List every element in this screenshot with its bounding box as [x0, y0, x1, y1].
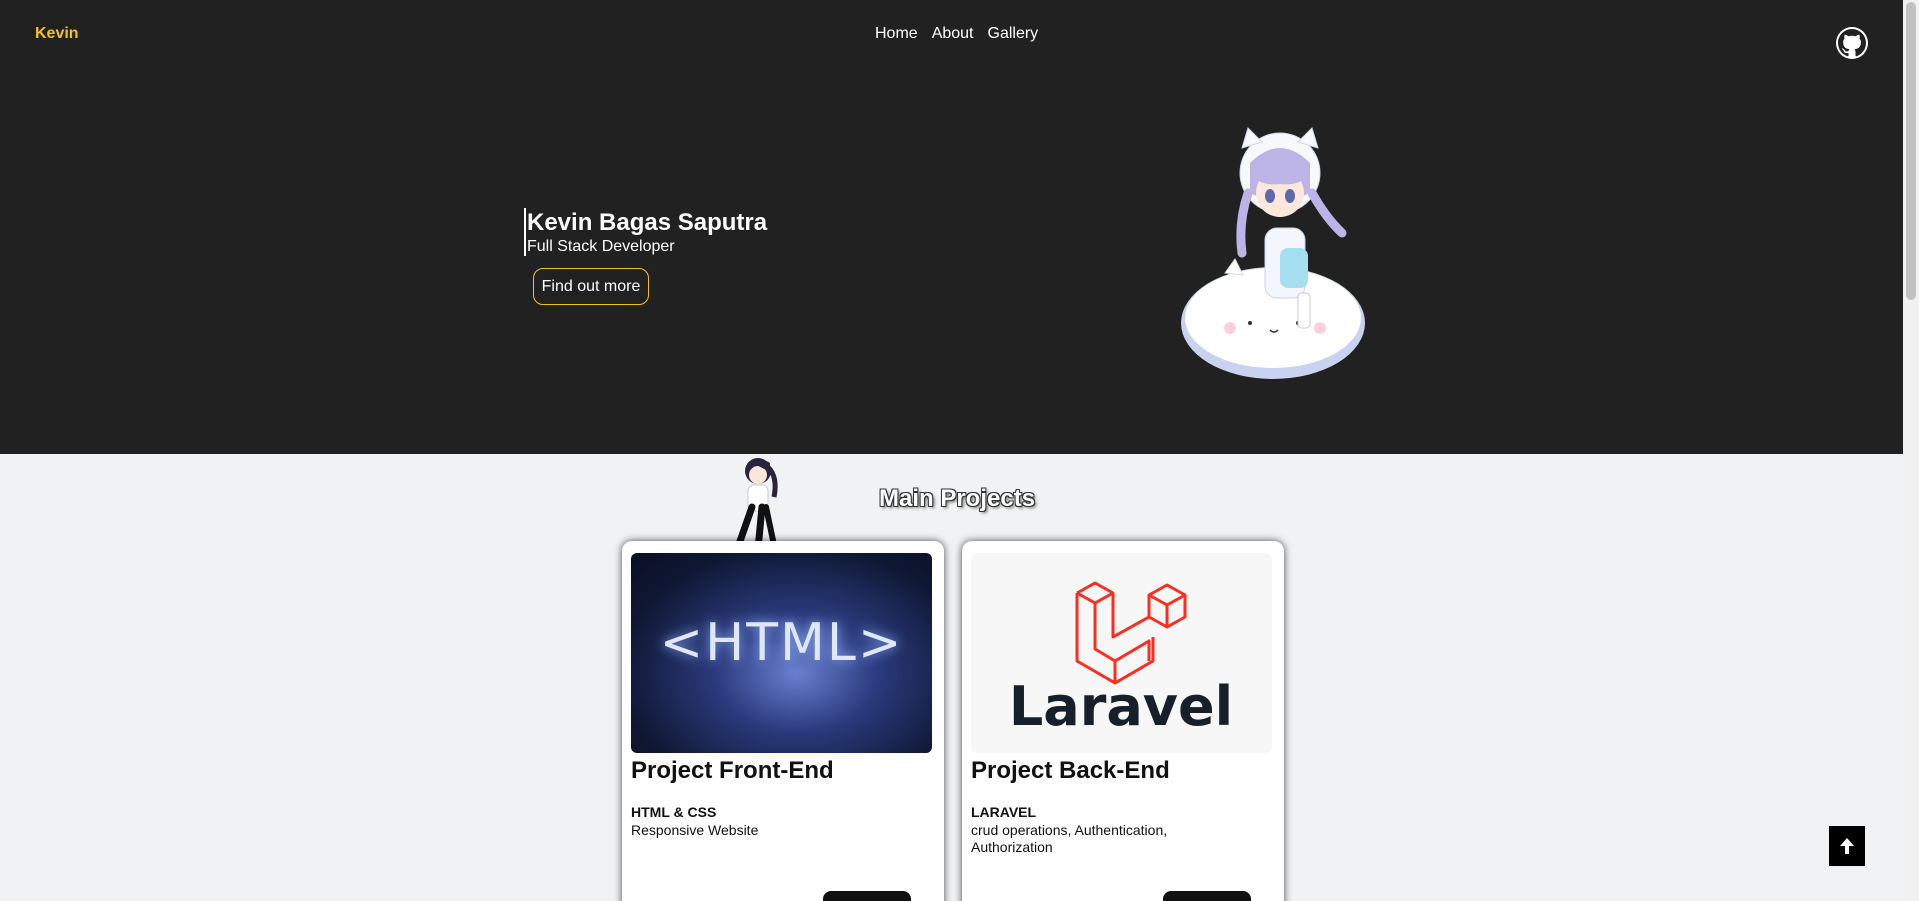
- project-thumbnail: <HTML>: [631, 553, 932, 753]
- hero-text: Kevin Bagas Saputra Full Stack Developer: [524, 208, 767, 256]
- project-description: crud operations, Authentication, Authori…: [971, 822, 1168, 855]
- nav-gallery[interactable]: Gallery: [988, 25, 1039, 43]
- project-button[interactable]: [823, 891, 911, 901]
- project-title: Project Back-End: [971, 757, 1170, 784]
- brand-logo[interactable]: Kevin: [35, 25, 79, 43]
- thumbnail-text: <HTML>: [659, 613, 904, 673]
- project-card-backend[interactable]: Laravel Project Back-End LARAVEL crud op…: [962, 541, 1284, 901]
- back-to-top-button[interactable]: [1829, 826, 1865, 866]
- project-tech: HTML & CSS: [631, 804, 717, 820]
- github-icon[interactable]: [1836, 27, 1868, 59]
- sitting-girl-illustration: [734, 458, 778, 553]
- arrow-up-icon: [1840, 838, 1854, 854]
- nav-about[interactable]: About: [932, 25, 974, 43]
- main-nav: Home About Gallery: [875, 25, 1038, 43]
- project-tech: LARAVEL: [971, 804, 1037, 820]
- section-title: Main Projects: [879, 485, 1036, 512]
- project-button[interactable]: [1163, 891, 1251, 901]
- project-card-frontend[interactable]: <HTML> Project Front-End HTML & CSS Resp…: [622, 541, 944, 901]
- hero-name: Kevin Bagas Saputra: [527, 209, 768, 236]
- laravel-wordmark: Laravel: [1009, 675, 1233, 738]
- laravel-logo-icon: Laravel: [1009, 581, 1233, 738]
- hero-section: Kevin Home About Gallery Kevin Bagas Sap…: [0, 0, 1903, 454]
- find-out-more-button[interactable]: Find out more: [533, 268, 649, 305]
- hero-role: Full Stack Developer: [527, 238, 675, 255]
- scrollbar-thumb[interactable]: [1906, 2, 1916, 300]
- project-thumbnail: Laravel: [971, 553, 1272, 753]
- anime-character-illustration: [1181, 127, 1365, 379]
- nav-home[interactable]: Home: [875, 25, 918, 43]
- project-description: Responsive Website: [631, 822, 759, 838]
- project-title: Project Front-End: [631, 757, 834, 784]
